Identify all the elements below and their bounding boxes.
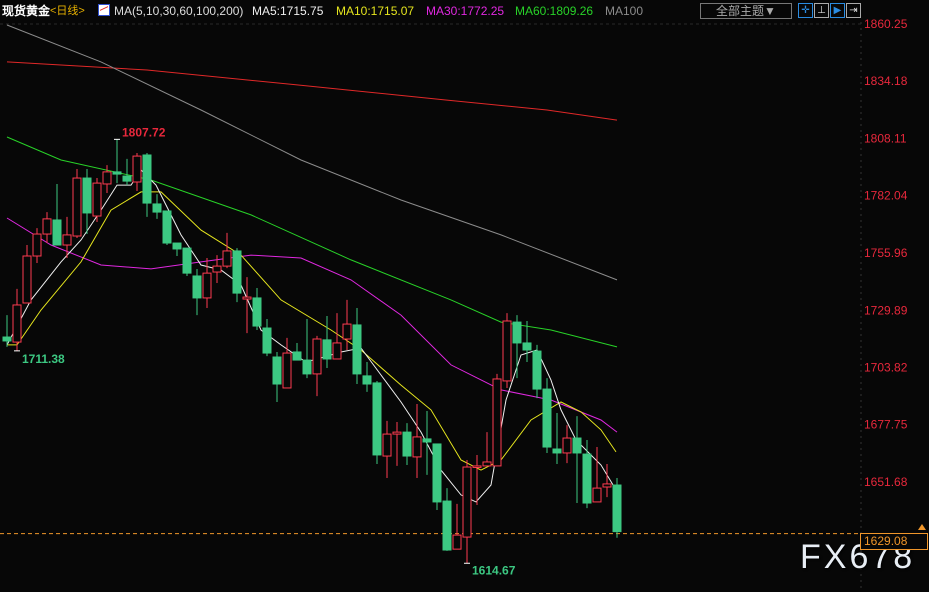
ma-line-ma30	[6, 217, 618, 433]
candle-up	[222, 250, 232, 267]
ma-line-ma60	[6, 136, 618, 348]
candle-up	[62, 234, 72, 246]
high-price-label: 1807.72	[122, 125, 166, 139]
candle-down	[372, 382, 382, 456]
candle-up	[102, 171, 112, 185]
candle-up	[482, 461, 492, 467]
ma-line-ma5	[6, 169, 617, 503]
candle-up	[92, 182, 102, 217]
y-tick-label: 1677.75	[864, 418, 908, 432]
candle-up	[42, 218, 52, 235]
candle-up	[212, 265, 222, 273]
candle-up	[22, 255, 32, 304]
candle-down	[352, 324, 362, 375]
candle-up	[602, 483, 612, 488]
candle-down	[272, 356, 282, 385]
candle-up	[202, 272, 212, 299]
last-price-arrow-icon	[918, 524, 926, 530]
y-tick-label: 1782.04	[864, 189, 908, 203]
candle-down	[262, 327, 272, 354]
y-tick-label: 1834.18	[864, 74, 908, 88]
y-tick-label: 1651.68	[864, 475, 908, 489]
candle-up	[342, 323, 352, 340]
last-price-box: 1629.08	[860, 533, 928, 550]
candle-down	[142, 154, 152, 204]
candle-down	[432, 443, 442, 503]
candle-down	[402, 431, 412, 457]
y-tick-label: 1703.82	[864, 361, 908, 375]
ma-line-ma200	[6, 61, 618, 121]
candle-up	[242, 296, 252, 300]
candlestick-chart[interactable]: 1860.25 1834.18 1808.11 1782.04 1755.96 1729.…	[0, 0, 929, 592]
candle-down	[362, 375, 372, 385]
candle-down	[232, 250, 242, 294]
y-tick-label: 1808.11	[864, 131, 907, 145]
candle-up	[562, 437, 572, 454]
candle-up	[472, 465, 482, 468]
candle-down	[82, 177, 92, 214]
candle-up	[132, 155, 142, 183]
candle-up	[492, 378, 502, 467]
candle-down	[582, 453, 592, 504]
candle-down	[422, 438, 432, 443]
candle-up	[462, 466, 472, 538]
ma-line-ma100	[6, 24, 618, 281]
candle-up	[282, 352, 292, 389]
candle-up	[12, 304, 22, 343]
candle-down	[302, 359, 312, 375]
y-tick-label: 1755.96	[864, 246, 908, 260]
candle-down	[532, 350, 542, 390]
y-tick-label: 1729.89	[864, 303, 908, 317]
candle-down	[122, 175, 132, 182]
candle-down	[542, 388, 552, 448]
candle-up	[382, 433, 392, 457]
candle-up	[452, 534, 462, 550]
candle-down	[112, 171, 122, 175]
candle-down	[192, 275, 202, 299]
candle-down	[182, 247, 192, 274]
candle-down	[552, 448, 562, 454]
candle-down	[442, 500, 452, 551]
candle-down	[522, 342, 532, 351]
candle-down	[152, 203, 162, 213]
candle-up	[72, 177, 82, 237]
low-price-label: 1614.67	[472, 563, 516, 577]
candle-up	[332, 342, 342, 360]
ma-line-ma10	[7, 191, 617, 471]
candle-up	[502, 320, 512, 382]
range-low-label: 1711.38	[22, 352, 65, 366]
candle-down	[52, 219, 62, 246]
candle-up	[592, 487, 602, 503]
candle-down	[322, 339, 332, 360]
y-tick-label: 1860.25	[864, 17, 908, 31]
candle-down	[252, 297, 262, 327]
candle-up	[32, 233, 42, 257]
candle-up	[392, 431, 402, 435]
candle-down	[162, 210, 172, 244]
candle-down	[512, 321, 522, 344]
candle-down	[612, 484, 622, 533]
candle-down	[2, 336, 12, 342]
candle-down	[572, 437, 582, 454]
candle-up	[412, 436, 422, 458]
candle-down	[172, 242, 182, 250]
candle-down	[292, 351, 302, 361]
candle-up	[312, 338, 322, 375]
